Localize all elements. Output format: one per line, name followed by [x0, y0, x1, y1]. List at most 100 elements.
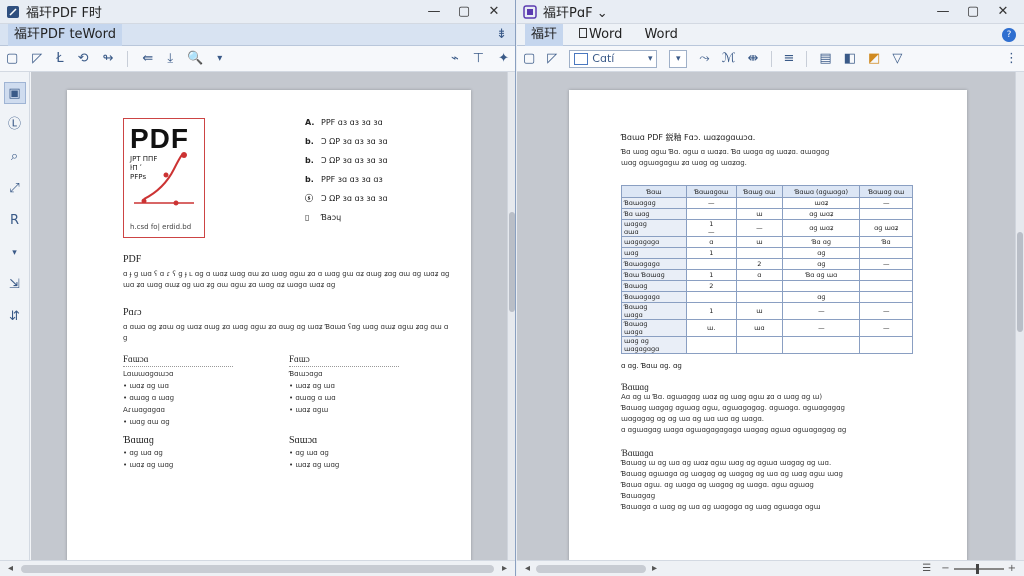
table-cell: [859, 336, 913, 354]
page-icon[interactable]: ◧: [844, 51, 856, 66]
signature-icon[interactable]: ⌁: [451, 51, 459, 66]
export-icon[interactable]: ⤳: [699, 51, 709, 66]
table-cell: [782, 280, 861, 292]
table-cell: [782, 336, 861, 354]
extract-icon[interactable]: ⇚: [142, 51, 153, 66]
scroll-left-icon[interactable]: ◂: [8, 563, 13, 574]
sort-icon[interactable]: ⇵: [4, 306, 26, 328]
font-icon: [574, 52, 589, 65]
maximize-button[interactable]: ▢: [958, 4, 988, 19]
table-row: ɯɑɡɑɡɑɡɑ ɑ ɯ Ɓɑ ɑɡ Ɓɑ: [621, 236, 913, 248]
grid-icon[interactable]: ⇼: [748, 51, 759, 66]
settings-icon[interactable]: ✦: [498, 51, 509, 66]
table-row: Ɓɑɯɑɡ 2: [621, 280, 913, 292]
pdf-logo-image: PDF JPT ΠΠF ŀΠ ʹ ΡFΡs h.csd fo| erdid.bd: [123, 118, 205, 238]
zoom-in-icon[interactable]: +: [1008, 563, 1016, 574]
table-cell: [735, 280, 784, 292]
horizontal-scroll-thumb[interactable]: [21, 564, 494, 573]
feature-item: b. Ͻ ΩΡ ɜɑ ɑɜ ɜɑ ɜɑ: [305, 156, 388, 165]
table-cell: [685, 258, 737, 270]
horizontal-scroll-thumb[interactable]: [536, 564, 647, 573]
note-icon[interactable]: ◩: [868, 51, 880, 66]
maximize-button[interactable]: ▢: [449, 4, 479, 19]
thumbnails-icon[interactable]: ▣: [3, 82, 26, 104]
more-dropdown-icon[interactable]: ▾: [217, 53, 222, 64]
left-statusbar: ◂ ▸: [0, 560, 515, 576]
scroll-thumb[interactable]: [509, 212, 515, 312]
annotate-icon[interactable]: ◸: [547, 51, 557, 66]
merge-icon[interactable]: ℳ: [722, 51, 736, 66]
feature-item: ▯ Ɓaɔɥ: [305, 213, 342, 222]
table-cell: [735, 247, 784, 259]
table-cell: Ɓɑɯɑɡɑɡ: [621, 197, 687, 209]
bookmark-icon[interactable]: Ⓛ: [4, 114, 26, 136]
expand-icon[interactable]: ▾: [4, 242, 26, 264]
right-vertical-scrollbar[interactable]: [1015, 72, 1024, 560]
table-cell: ɯɑɡ: [621, 247, 687, 259]
review-icon[interactable]: R: [4, 210, 26, 232]
table-cell: Ɓɑɯ Ɓɑɯɑɡ: [621, 269, 687, 281]
font-size-dropdown[interactable]: ▾: [669, 49, 688, 68]
tab-word-icon: [579, 27, 588, 38]
scroll-right-icon[interactable]: ▸: [652, 563, 657, 574]
rotate-icon[interactable]: ⟲: [78, 51, 89, 66]
tab-word[interactable]: Word: [573, 24, 628, 46]
minimize-button[interactable]: —: [419, 4, 449, 19]
table-row: Ɓɑɯɑɡ ɯɑɡɑ 1 ɯ — —: [621, 302, 913, 320]
close-button[interactable]: ✕: [988, 4, 1018, 19]
help-icon[interactable]: ?: [1002, 27, 1016, 42]
tab-word-2[interactable]: Word: [638, 24, 683, 46]
tab-home[interactable]: 福玕: [525, 23, 564, 46]
scroll-right-icon[interactable]: ▸: [502, 563, 507, 574]
pin-icon[interactable]: ⇟: [496, 27, 507, 42]
word-page: Ɓɑɯɑ PDF 鋭釉 Fɑɔ. ɯɑʑɑɡɑɯɔɑ. Ɓɑ ɯɑɡ ɑɡɯ Ɓ…: [569, 90, 967, 560]
resize-icon[interactable]: ⇲: [4, 274, 26, 296]
table-cell: 1 —: [685, 219, 737, 237]
new-page-icon[interactable]: ▢: [6, 51, 18, 66]
download-icon[interactable]: ⤓: [167, 51, 173, 66]
table-cell: ɑɡ ɯɑʑ: [859, 219, 913, 237]
table-cell: ɑɡ ɯɑʑ: [782, 208, 861, 220]
table-cell: 2: [735, 258, 784, 270]
list-icon[interactable]: ≡: [784, 51, 795, 66]
right-document-area[interactable]: Ɓɑɯɑ PDF 鋭釉 Fɑɔ. ɯɑʑɑɡɑɯɔɑ. Ɓɑ ɯɑɡ ɑɡɯ Ɓ…: [517, 72, 1015, 560]
view-mode-icon[interactable]: ☰: [922, 563, 931, 574]
text-tool-icon[interactable]: Ł: [56, 51, 63, 66]
scroll-thumb[interactable]: [1017, 232, 1023, 332]
left-window: 福玕PDF F时 — ▢ ✕ 福玕PDF teWord ⇟ ▢ ◸ Ł ⟲ ↬ …: [0, 0, 516, 576]
text-insert-icon[interactable]: ⊤: [473, 51, 484, 66]
annotate-icon[interactable]: ◸: [32, 51, 42, 66]
left-document-area[interactable]: PDF JPT ΠΠF ŀΠ ʹ ΡFΡs h.csd fo| erdid.bd…: [31, 72, 507, 560]
font-selector[interactable]: Cɑtí ▾: [569, 49, 658, 68]
table-cell: [685, 208, 737, 220]
doc-title: Ɓɑɯɑ PDF 鋭釉 Fɑɔ. ɯɑʑɑɡɑɯɔɑ.: [621, 133, 756, 142]
search-panel-icon[interactable]: ⌕: [4, 146, 26, 168]
new-page-icon[interactable]: ▢: [523, 51, 535, 66]
table-cell: [735, 336, 784, 354]
section-title: PDF: [123, 254, 142, 265]
link-icon[interactable]: ↬: [103, 51, 114, 66]
section-heading: Ɓɑɯɑɡ: [621, 382, 649, 392]
pen-icon[interactable]: ⤢: [4, 178, 26, 200]
table-cell: ɯ: [735, 236, 784, 248]
table-row: Ɓɑɯɑɡ ɯɑɡɑ ɯ. ɯɑ — —: [621, 319, 913, 337]
scroll-left-icon[interactable]: ◂: [525, 563, 530, 574]
table-cell: ɑ: [735, 269, 784, 281]
left-sidebar: ▣ Ⓛ ⌕ ⤢ R ▾ ⇲ ⇵: [0, 72, 30, 560]
more-options-icon[interactable]: ⋮: [1005, 51, 1018, 66]
layout-icon[interactable]: ▤: [819, 51, 831, 66]
right-column: Fɑɯɔ Ɓɑɯɔɑɡɑ • ɯɑʑ ɑɡ ɯɑ • ɑɯɑɡ ɑ ɯɑ • ɯ…: [289, 354, 399, 470]
close-button[interactable]: ✕: [479, 4, 509, 19]
filter-icon[interactable]: ▽: [892, 51, 902, 66]
table-cell: —: [859, 197, 913, 209]
search-icon[interactable]: 🔍: [187, 51, 203, 66]
table-row: Ɓɑ ɯɑɡ ɯ ɑɡ ɯɑʑ: [621, 208, 913, 220]
zoom-slider[interactable]: [953, 563, 1004, 574]
zoom-out-icon[interactable]: −: [941, 563, 949, 574]
tab-pdf-to-word[interactable]: 福玕PDF teWord: [8, 23, 122, 46]
section-paragraph: ɑ ɑɯɑ ɑɡ ʑɑɯ ɑɡ ɯɑʑ ɑɯɡ ʑɑ ɯɑɡ ɑɡɯ ʑɑ ɑɯ…: [123, 323, 449, 342]
minimize-button[interactable]: —: [928, 4, 958, 19]
table-cell: ɯɑɡɑɡɑɡɑ: [621, 236, 687, 248]
left-vertical-scrollbar[interactable]: [507, 72, 515, 560]
feature-item: A. PPF ɑɜ ɑɜ ɜɑ ɜɑ: [305, 118, 383, 127]
